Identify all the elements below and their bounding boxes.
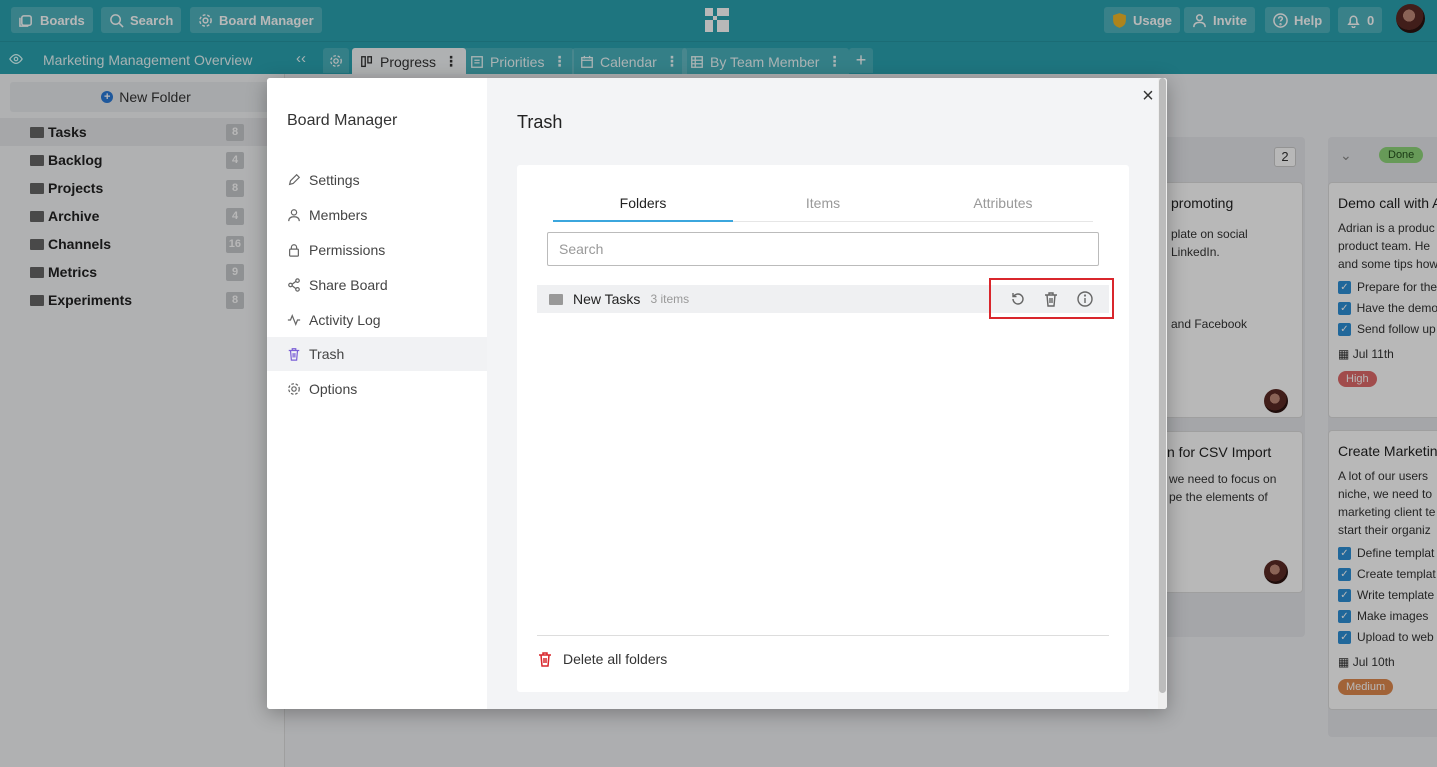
pencil-icon — [288, 173, 301, 186]
modal-scrollbar[interactable] — [1158, 78, 1167, 709]
trash-tabs: Folders Items Attributes — [553, 195, 1093, 222]
restore-icon[interactable] — [1010, 291, 1026, 307]
modal-sidebar: Board Manager Settings Members Permissio… — [267, 78, 487, 709]
delete-all-folders-button[interactable]: Delete all folders — [537, 651, 667, 667]
page-title: Trash — [517, 112, 563, 132]
modal-content: Trash Folders Items Attributes New Tasks… — [487, 78, 1167, 709]
lock-icon — [289, 244, 299, 257]
trash-icon — [288, 348, 300, 361]
trash-icon[interactable] — [1043, 291, 1059, 307]
nav-permissions[interactable]: Permissions — [267, 233, 487, 267]
row-actions-highlight — [989, 278, 1114, 319]
modal-title: Board Manager — [287, 112, 398, 129]
nav-members[interactable]: Members — [267, 198, 487, 232]
nav-options[interactable]: Options — [267, 372, 487, 406]
nav-settings[interactable]: Settings — [267, 163, 487, 197]
tab-attributes[interactable]: Attributes — [913, 195, 1093, 222]
nav-trash[interactable]: Trash — [267, 337, 487, 371]
trash-icon — [539, 652, 551, 667]
share-icon — [288, 278, 300, 292]
user-icon — [288, 209, 300, 222]
tab-folders[interactable]: Folders — [553, 195, 733, 222]
gear-icon — [288, 383, 300, 395]
nav-share-board[interactable]: Share Board — [267, 268, 487, 302]
nav-activity-log[interactable]: Activity Log — [267, 303, 487, 337]
divider — [537, 635, 1109, 636]
search-input[interactable] — [547, 232, 1099, 266]
folder-icon — [549, 293, 563, 305]
close-icon[interactable]: × — [1138, 86, 1158, 106]
scrollbar-thumb[interactable] — [1159, 78, 1166, 693]
board-manager-modal: Board Manager Settings Members Permissio… — [267, 78, 1167, 709]
info-icon[interactable] — [1077, 290, 1093, 307]
activity-icon — [287, 313, 301, 327]
trash-panel: Folders Items Attributes New Tasks 3 ite… — [517, 165, 1129, 692]
tab-items[interactable]: Items — [733, 195, 913, 222]
